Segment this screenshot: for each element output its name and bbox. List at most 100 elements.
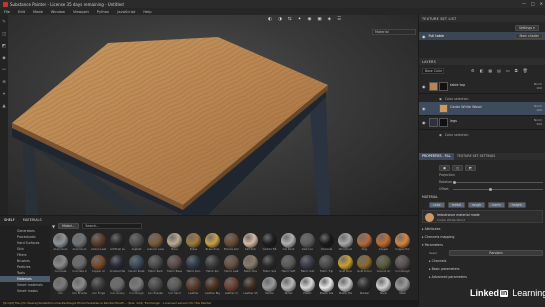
material-thumbnail[interactable]: Aluminium bbox=[71, 233, 88, 252]
material-thumbnail[interactable]: Iron Brushe bbox=[71, 277, 88, 296]
material-thumbnail[interactable]: Iron Forge bbox=[90, 277, 107, 296]
paint-icon[interactable]: ◐ bbox=[268, 17, 272, 22]
material-thumbnail[interactable]: Gold Pure bbox=[337, 255, 354, 274]
material-thumbnail[interactable]: Leather Big bbox=[204, 277, 221, 296]
visibility-eye-icon[interactable]: ◉ bbox=[422, 84, 427, 89]
section-basic-parameters[interactable]: ▸ Basic parameters bbox=[429, 267, 460, 271]
material-thumbnail[interactable]: Ambra Leat bbox=[90, 233, 107, 252]
filter-tag[interactable]: Materi... bbox=[58, 223, 80, 229]
material-thumbnail[interactable]: Fabric Base bbox=[166, 255, 183, 274]
material-thumbnail[interactable]: Bone bbox=[166, 233, 183, 252]
material-thumbnail[interactable]: Fabric Rou bbox=[242, 255, 259, 274]
material-thumbnail[interactable]: Carbon Fib bbox=[261, 233, 278, 252]
channel-metal-button[interactable]: metal bbox=[447, 202, 466, 208]
delete-layer-icon[interactable]: 🗑 bbox=[523, 68, 528, 73]
section-advanced-parameters[interactable]: ▸ Advanced parameters bbox=[429, 275, 467, 279]
shelf-search-input[interactable]: Search... bbox=[82, 223, 143, 229]
add-effect-icon[interactable]: ⚙ bbox=[471, 68, 475, 73]
material-thumbnail[interactable]: Bronze Arm bbox=[223, 233, 240, 252]
mask-icon[interactable]: ◑ bbox=[278, 17, 282, 22]
effect-eye-icon[interactable]: ◉ bbox=[439, 133, 442, 137]
material-thumbnail[interactable]: Fabric Suit bbox=[299, 255, 316, 274]
menu-viewport[interactable]: Viewport bbox=[73, 10, 89, 14]
texture-set-item[interactable]: ◉ Full table Main shader bbox=[419, 32, 545, 40]
category-item[interactable]: Smart masks bbox=[0, 288, 50, 294]
clone-icon[interactable]: ⊕ bbox=[2, 80, 7, 85]
screenshot-icon[interactable]: ▣ bbox=[317, 17, 321, 22]
layer-blend[interactable]: Norm 100 bbox=[534, 82, 542, 90]
material-thumbnail[interactable]: Gold Armor bbox=[356, 255, 373, 274]
symmetry-icon[interactable]: ⇆ bbox=[288, 17, 292, 22]
material-thumbnail[interactable]: Asphalt bbox=[128, 233, 145, 252]
uv-projection-icon[interactable]: ▣ bbox=[439, 165, 451, 171]
visibility-eye-icon[interactable]: ◉ bbox=[422, 34, 426, 39]
material-thumbnail[interactable]: Fabric Den bbox=[185, 255, 202, 274]
visibility-eye-icon[interactable]: ◉ bbox=[422, 120, 427, 125]
material-thumbnail[interactable]: Iron Powder bbox=[147, 277, 164, 296]
menu-mode[interactable]: Mode bbox=[33, 10, 43, 14]
material-thumbnail[interactable]: Leather Sh bbox=[242, 277, 259, 296]
maximize-button[interactable]: □ bbox=[531, 1, 535, 6]
add-fill-layer-icon[interactable]: ▦ bbox=[488, 68, 492, 73]
add-mask-icon[interactable]: ◧ bbox=[480, 68, 484, 73]
menu-help[interactable]: Help bbox=[143, 10, 151, 14]
tab-materials[interactable]: MATERIALS bbox=[23, 218, 42, 222]
layer-blend[interactable]: Norm 100 bbox=[534, 104, 542, 112]
add-layer-icon[interactable]: ▤ bbox=[497, 68, 501, 73]
layer-channel-dropdown[interactable]: Base Color bbox=[422, 68, 444, 74]
menu-javascript[interactable]: JavaScript bbox=[117, 10, 135, 14]
material-thumbnail[interactable]: Iron Rough bbox=[128, 277, 145, 296]
filter-icon[interactable]: ▼ bbox=[52, 224, 55, 229]
material-thumbnail[interactable]: Ground Gr bbox=[375, 255, 392, 274]
paint-brush-icon[interactable]: ✎ bbox=[2, 20, 7, 25]
material-thumbnail[interactable]: Calf Skin bbox=[242, 233, 259, 252]
material-thumbnail[interactable]: Iron Grainy bbox=[109, 277, 126, 296]
material-thumbnail[interactable]: Rubber bbox=[356, 277, 373, 296]
material-thumbnail[interactable]: Autumn Leav bbox=[147, 233, 164, 252]
material-thumbnail[interactable]: Fabric Leat bbox=[223, 255, 240, 274]
rotation-slider-handle[interactable] bbox=[453, 180, 456, 184]
section-channels[interactable]: ▸ Channels bbox=[429, 259, 446, 263]
material-slot[interactable]: Imbutronce material mode Cedar White Woo… bbox=[422, 210, 543, 223]
material-thumbnail[interactable]: Aluminium bbox=[52, 233, 69, 252]
eraser-icon[interactable]: ◫ bbox=[2, 32, 7, 37]
display-settings-icon[interactable]: ☰ bbox=[337, 17, 341, 22]
duplicate-layer-icon[interactable]: ⧉ bbox=[515, 68, 518, 73]
shader-button[interactable]: Main shader bbox=[515, 33, 543, 39]
material-thumbnail[interactable]: Chromium bbox=[337, 233, 354, 252]
menu-edit[interactable]: Edit bbox=[18, 10, 25, 14]
material-thumbnail[interactable]: Car Paint bbox=[280, 233, 297, 252]
brush-settings-icon[interactable]: ✦ bbox=[298, 17, 302, 22]
material-thumbnail[interactable]: Charcoal bbox=[318, 233, 335, 252]
material-thumbnail[interactable]: Copper Ar bbox=[90, 255, 107, 274]
offset-slider[interactable] bbox=[453, 187, 543, 191]
material-thumbnail[interactable]: Plastic bbox=[299, 277, 316, 296]
menu-python[interactable]: Python bbox=[97, 10, 109, 14]
layer-sub-effect[interactable]: ◉ Color selection bbox=[439, 95, 545, 102]
menu-window[interactable]: Window bbox=[51, 10, 65, 14]
channel-rough-button[interactable]: rough bbox=[468, 202, 486, 208]
material-thumbnail[interactable]: Copper Pur bbox=[394, 233, 411, 252]
material-thumbnail[interactable]: Plastic Ma bbox=[337, 277, 354, 296]
section-parameters[interactable]: ▾ Parameters bbox=[422, 243, 443, 247]
material-thumbnail[interactable]: Fabric Soft bbox=[280, 255, 297, 274]
material-thumbnail[interactable]: Leather bbox=[185, 277, 202, 296]
offset-slider-handle[interactable] bbox=[489, 187, 492, 191]
planar-projection-icon[interactable]: ◫ bbox=[452, 165, 464, 171]
material-thumbnail[interactable]: Silver bbox=[375, 277, 392, 296]
tri-planar-projection-icon[interactable]: ◩ bbox=[465, 165, 477, 171]
material-thumbnail[interactable]: Fabric Trip bbox=[318, 255, 335, 274]
tab-shelf[interactable]: SHELF bbox=[4, 218, 15, 222]
section-channels-mapping[interactable]: ▸ Channels mapping bbox=[422, 235, 454, 239]
material-thumbnail[interactable]: Mortar bbox=[261, 277, 278, 296]
visibility-eye-icon[interactable]: ◉ bbox=[422, 106, 427, 111]
material-thumbnail[interactable]: Denim Rivet bbox=[128, 255, 145, 274]
material-thumbnail[interactable]: Concrete S bbox=[71, 255, 88, 274]
channel-color-button[interactable]: color bbox=[429, 202, 445, 208]
tab-properties-fill[interactable]: PROPERTIES - FILL bbox=[419, 153, 454, 160]
menu-file[interactable]: File bbox=[4, 10, 10, 14]
viewport-mode-dropdown[interactable]: Material bbox=[372, 29, 416, 35]
material-thumbnail[interactable]: Artificial Le bbox=[109, 233, 126, 252]
material-thumbnail[interactable]: Cast Iron bbox=[299, 233, 316, 252]
material-thumbnail[interactable]: Nickel bbox=[280, 277, 297, 296]
